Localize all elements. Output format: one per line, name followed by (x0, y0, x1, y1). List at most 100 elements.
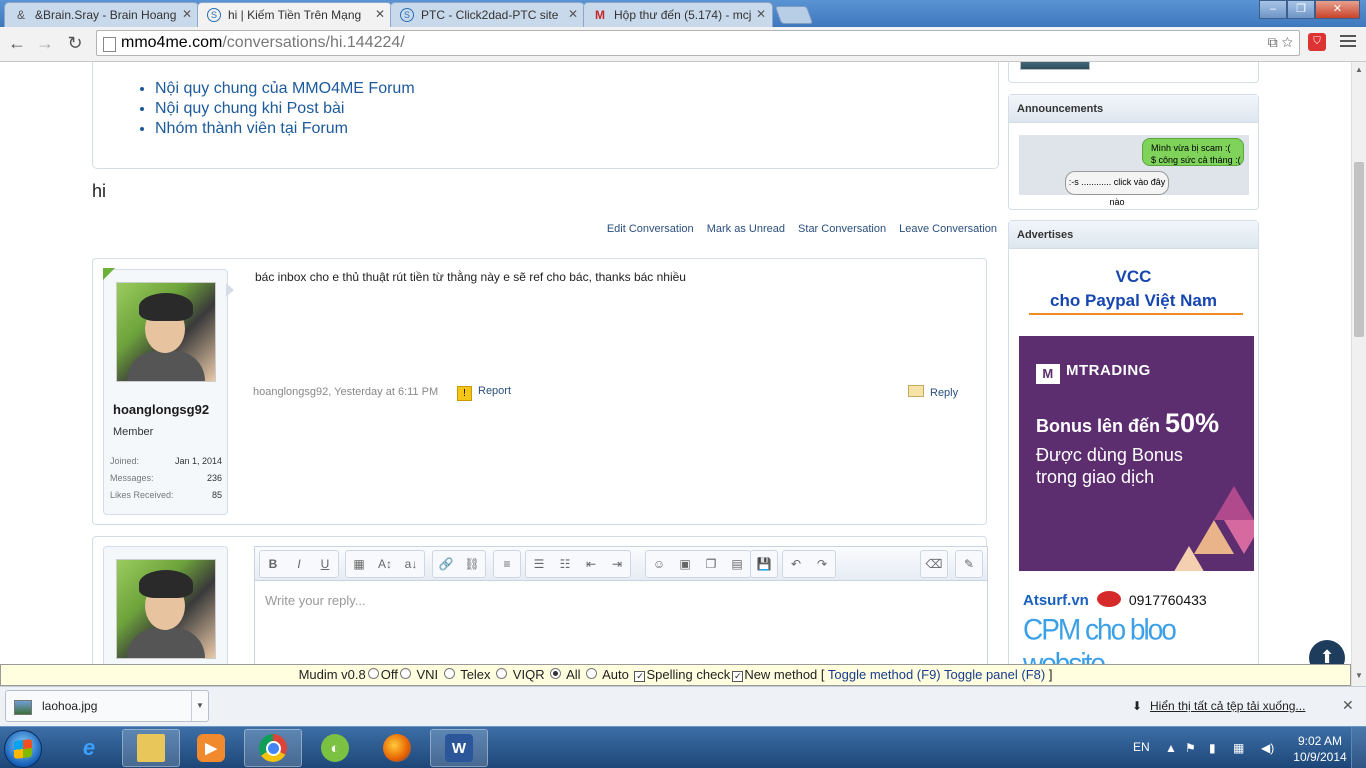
language-indicator[interactable]: EN (1133, 740, 1150, 754)
rule-link[interactable]: Nhóm thành viên tại Forum (155, 119, 415, 139)
close-tab-icon[interactable]: ✕ (568, 7, 578, 21)
editor-media-button-1[interactable]: ▣ (672, 557, 698, 571)
close-tab-icon[interactable]: ✕ (756, 7, 766, 21)
ie-taskbar-icon[interactable]: e (60, 729, 118, 767)
editor-lists-button-2[interactable]: ⇤ (578, 557, 604, 571)
coccoc-taskbar-icon[interactable]: ◐ (306, 729, 364, 767)
explorer-taskbar-icon[interactable] (122, 729, 180, 767)
close-download-bar-icon[interactable]: ✕ (1342, 697, 1354, 714)
network-icon[interactable]: ▦ (1233, 741, 1244, 755)
flag-icon[interactable]: ⚑ (1185, 741, 1196, 755)
spelling-check-checkbox[interactable]: ✓ (634, 671, 646, 682)
editor-color-size-button-0[interactable]: ▦ (346, 557, 372, 571)
toggle-panel-link[interactable]: Toggle panel (F8) (944, 667, 1045, 682)
username[interactable]: hoanglongsg92 (113, 402, 209, 417)
show-all-downloads-link[interactable]: ⬇ Hiển thị tất cả tệp tải xuống... (1132, 699, 1305, 713)
mudim-radio-off[interactable] (367, 668, 379, 679)
tray-expand-icon[interactable]: ▲ (1165, 741, 1177, 755)
battery-icon[interactable]: ▮ (1209, 741, 1216, 755)
reload-icon[interactable]: ↻ (64, 33, 86, 54)
scroll-thumb[interactable] (1354, 162, 1364, 337)
scroll-down-icon[interactable]: ▼ (1355, 671, 1363, 680)
page-icon (103, 37, 116, 52)
firefox-taskbar-icon[interactable] (368, 729, 426, 767)
rule-link[interactable]: Nội quy chung của MMO4ME Forum (155, 79, 415, 99)
editor-undo-redo-button-0[interactable]: ↶ (783, 557, 809, 571)
vcc-ad[interactable]: VCC cho Paypal Việt Nam (1009, 265, 1258, 313)
rule-link[interactable]: Nội quy chung khi Post bài (155, 99, 415, 119)
mudim-radio-telex[interactable] (443, 668, 455, 679)
download-item[interactable]: laohoa.jpg ▼ (5, 690, 209, 722)
forward-arrow-icon[interactable]: → (34, 33, 56, 54)
toggle-method-link[interactable]: Toggle method (F9) (828, 667, 941, 682)
editor-media-button-2[interactable]: ❐ (698, 557, 724, 571)
chevron-down-icon[interactable]: ▼ (191, 691, 208, 721)
chrome-taskbar-icon[interactable] (244, 729, 302, 767)
mudim-radio-all[interactable] (550, 668, 562, 679)
editor-links-button-0[interactable]: 🔗 (433, 557, 459, 571)
star-conversation-link[interactable]: Star Conversation (798, 223, 886, 235)
volume-icon[interactable]: ◀) (1261, 741, 1274, 755)
reply-placeholder[interactable]: Write your reply... (265, 593, 366, 608)
new-method-checkbox[interactable]: ✓ (732, 671, 744, 682)
editor-lists-button-0[interactable]: ☰ (526, 557, 552, 571)
edit-conversation-link[interactable]: Edit Conversation (607, 223, 694, 235)
minimize-button[interactable]: ‒ (1259, 0, 1287, 19)
editor-media-button-3[interactable]: ▤ (724, 557, 750, 571)
avatar[interactable] (116, 282, 216, 382)
mtrading-ad[interactable]: M MTRADING Bonus lên đến 50% Được dùng Bo… (1019, 336, 1254, 571)
announcement-banner[interactable]: Mình vừa bị scam :( $ công sức cả tháng … (1019, 135, 1249, 207)
image-file-icon (14, 700, 32, 715)
start-button[interactable] (4, 730, 42, 768)
close-window-button[interactable]: ✕ (1315, 0, 1360, 19)
editor-links-button-1[interactable]: ⛓ (459, 557, 485, 571)
cpm-ad[interactable]: CPM cho bloo website (1023, 613, 1258, 664)
editor-undo-redo-button-1[interactable]: ↷ (809, 557, 835, 571)
reply-editor[interactable]: B I U ▦ A↕ a↓ 🔗 ⛓ ≡ ☰ ☷ ⇤ ⇥ ☺ ▣ ❐ ▤ 💾 ↶ ↷ ⌫ ✎ Write your repl… (254, 546, 988, 664)
show-desktop-button[interactable] (1351, 727, 1366, 768)
editor-edit-button-0[interactable]: ✎ (956, 557, 982, 571)
extension-icon[interactable]: ⛉ (1308, 33, 1326, 51)
editor-lists-button-1[interactable]: ☷ (552, 557, 578, 571)
tab-hi-kiem-tien[interactable]: S hi | Kiếm Tiền Trên Mạng ✕ (197, 2, 392, 27)
mudim-radio-auto[interactable] (586, 668, 598, 679)
media-player-taskbar-icon[interactable]: ▶ (182, 729, 240, 767)
avatar[interactable] (116, 559, 216, 659)
toolbar-group-save: 💾 (750, 550, 778, 578)
editor-media-button-0[interactable]: ☺ (646, 557, 672, 571)
editor-format-button-2[interactable]: U (312, 557, 338, 571)
reply-button[interactable]: Reply (908, 385, 958, 399)
tab-gmail-inbox[interactable]: M Hộp thư đến (5.174) - mcj ✕ (583, 2, 773, 27)
message-meta[interactable]: hoanglongsg92, Yesterday at 6:11 PM (253, 386, 438, 398)
editor-align-button-0[interactable]: ≡ (494, 557, 520, 571)
maximize-button[interactable]: ❐ (1287, 0, 1315, 19)
tab-ptc-click2dad[interactable]: S PTC - Click2dad-PTC site ✕ (390, 2, 585, 27)
back-arrow-icon[interactable]: ← (6, 33, 28, 54)
system-clock[interactable]: 9:02 AM 10/9/2014 (1290, 733, 1350, 765)
editor-clear-button-0[interactable]: ⌫ (921, 557, 947, 571)
leave-conversation-link[interactable]: Leave Conversation (899, 223, 997, 235)
editor-color-size-button-2[interactable]: a↓ (398, 557, 424, 571)
address-bar[interactable]: mmo4me.com/conversations/hi.144224/ ⧉ ☆ (96, 30, 1300, 56)
chrome-menu-icon[interactable] (1340, 35, 1356, 50)
atsurf-ad[interactable]: Atsurf.vn 0917760433 (1023, 591, 1207, 609)
editor-save-button-0[interactable]: 💾 (751, 557, 777, 571)
vertical-scrollbar[interactable]: ▲ ▼ (1351, 62, 1366, 686)
editor-lists-button-3[interactable]: ⇥ (604, 557, 630, 571)
close-tab-icon[interactable]: ✕ (375, 7, 385, 21)
new-tab-button[interactable] (774, 6, 814, 24)
mudim-radio-viqr[interactable] (496, 668, 508, 679)
editor-format-button-1[interactable]: I (286, 557, 312, 571)
close-tab-icon[interactable]: ✕ (182, 7, 192, 21)
editor-format-button-0[interactable]: B (260, 557, 286, 571)
mudim-radio-vni[interactable] (399, 668, 411, 679)
editor-color-size-button-1[interactable]: A↕ (372, 557, 398, 571)
tab-brain-hoang[interactable]: & &Brain.Sray - Brain Hoang ✕ (4, 2, 199, 27)
mark-unread-link[interactable]: Mark as Unread (707, 223, 785, 235)
decor-triangle (1214, 486, 1254, 520)
star-bookmark-icon[interactable]: ⧉ ☆ (1268, 34, 1293, 51)
report-button[interactable]: ! Report (457, 385, 511, 401)
scroll-up-icon[interactable]: ▲ (1355, 65, 1363, 74)
thumbnail-image[interactable] (1020, 62, 1090, 70)
word-taskbar-icon[interactable]: W (430, 729, 488, 767)
